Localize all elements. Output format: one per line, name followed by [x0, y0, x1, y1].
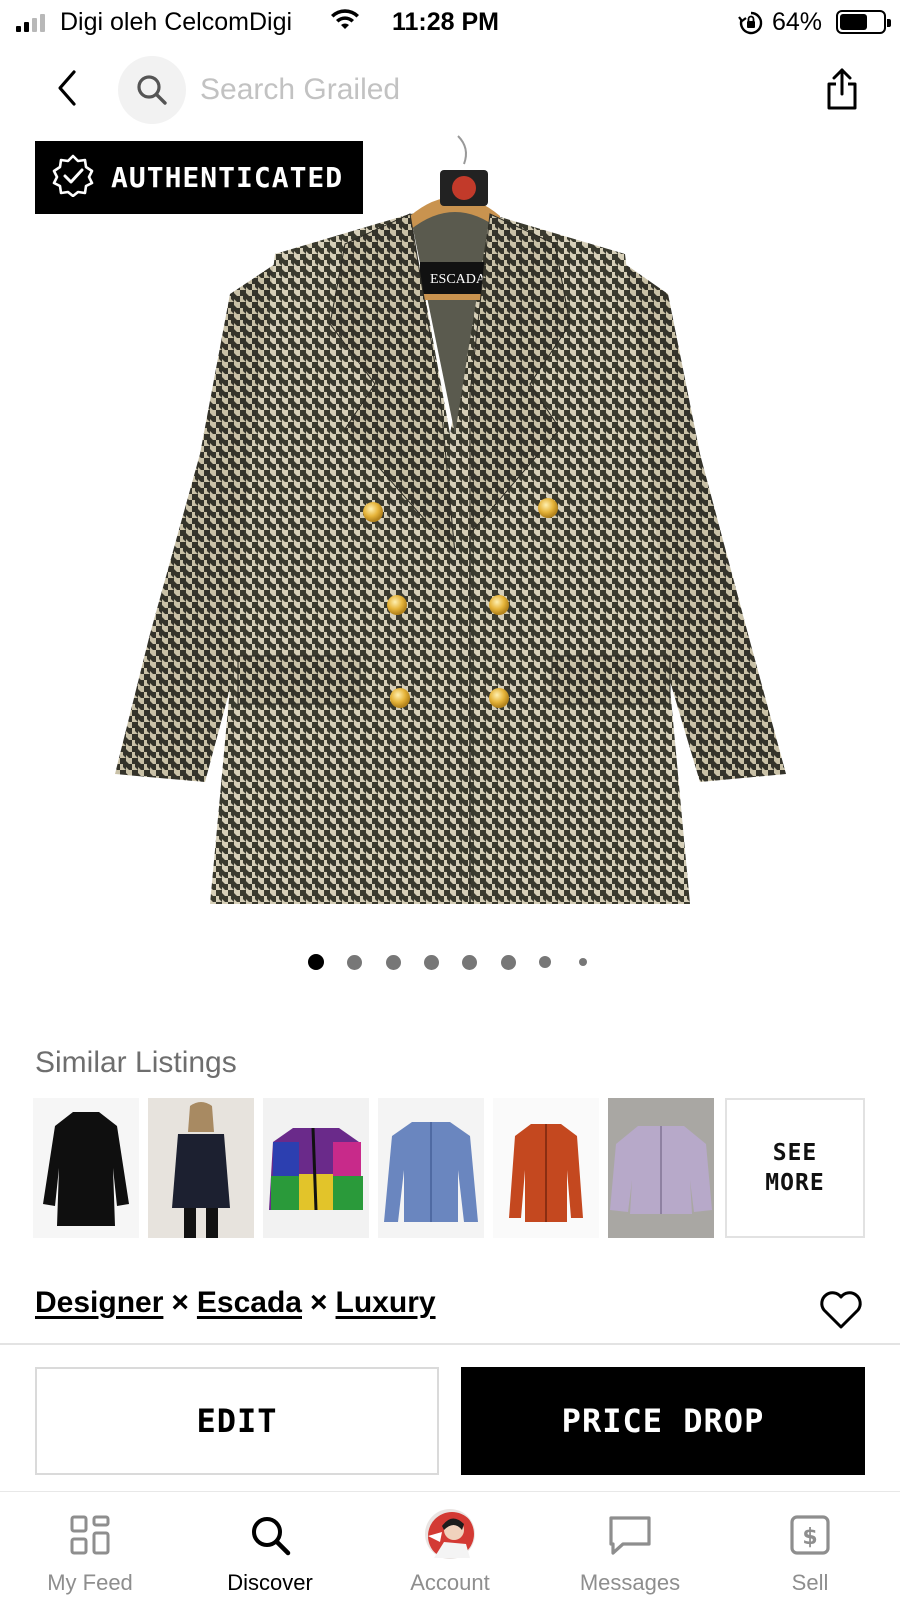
share-icon [827, 68, 857, 110]
carousel-dot[interactable] [308, 954, 324, 970]
signal-icon [16, 14, 45, 32]
status-time: 11:28 PM [392, 8, 500, 36]
carousel-dot[interactable] [385, 954, 401, 970]
tab-messages[interactable]: Messages [540, 1492, 720, 1600]
designer-tags: Designer × Escada × Luxury [35, 1286, 436, 1320]
tag-separator: × [310, 1286, 328, 1319]
similar-listing-thumb[interactable] [608, 1098, 714, 1238]
product-photo: ESCADA [115, 135, 786, 904]
similar-listing-thumb[interactable] [148, 1098, 254, 1238]
similar-listing-thumb[interactable] [33, 1098, 139, 1238]
bottom-tab-bar: My Feed Discover Account Messages $ Sell [0, 1491, 900, 1600]
tab-label: My Feed [47, 1570, 133, 1595]
svg-text:$: $ [802, 1525, 817, 1550]
tag-link-designer[interactable]: Designer [35, 1286, 163, 1320]
coat-button [489, 688, 509, 708]
see-more-button[interactable]: SEE MORE [725, 1098, 865, 1238]
authenticated-badge: AUTHENTICATED [35, 141, 363, 214]
wifi-icon [330, 8, 360, 39]
carousel-dot[interactable] [346, 954, 362, 970]
similar-listing-thumb[interactable] [378, 1098, 484, 1238]
grid-feed-icon [69, 1514, 111, 1561]
orientation-lock-icon [738, 10, 764, 43]
tab-label: Account [410, 1570, 490, 1595]
verified-check-icon [51, 153, 95, 202]
brand-label-text: ESCADA [430, 272, 487, 287]
tab-discover[interactable]: Discover [180, 1492, 360, 1600]
tab-sell[interactable]: $ Sell [720, 1492, 900, 1600]
see-more-label: MORE [765, 1170, 825, 1196]
tab-label: Messages [579, 1570, 681, 1595]
tag-link-luxury[interactable]: Luxury [336, 1286, 436, 1320]
similar-listing-thumb[interactable] [493, 1098, 599, 1238]
heart-icon [820, 1291, 862, 1329]
carousel-dot[interactable] [423, 954, 439, 970]
coat-button [387, 595, 407, 615]
tab-my-feed[interactable]: My Feed [0, 1492, 180, 1600]
top-nav [0, 52, 900, 128]
tab-label: Discover [227, 1570, 313, 1595]
carousel-pagination[interactable] [0, 952, 900, 972]
similar-listing-thumb[interactable] [263, 1098, 369, 1238]
edit-button[interactable]: EDIT [35, 1367, 439, 1475]
product-image-carousel[interactable]: ESCADA [0, 134, 900, 934]
carousel-dot[interactable] [539, 956, 551, 968]
carrier-name: Digi oleh CelcomDigi [60, 8, 293, 36]
avatar [424, 1509, 476, 1565]
carousel-dot[interactable] [579, 958, 587, 966]
battery-icon [836, 10, 891, 34]
coat-button [390, 688, 410, 708]
message-bubble-icon [607, 1514, 653, 1561]
tag-link-escada[interactable]: Escada [197, 1286, 302, 1320]
authenticated-label: AUTHENTICATED [111, 161, 344, 194]
coat-button [538, 498, 558, 518]
coat-button [489, 595, 509, 615]
coat-button [363, 502, 383, 522]
search-icon [249, 1514, 291, 1561]
price-drop-button[interactable]: PRICE DROP [461, 1367, 865, 1475]
tab-account[interactable]: Account [360, 1492, 540, 1600]
share-button[interactable] [822, 66, 862, 112]
dollar-tag-icon: $ [789, 1514, 831, 1561]
status-bar: Digi oleh CelcomDigi 11:28 PM 64% [0, 0, 900, 46]
see-more-label: SEE [772, 1140, 818, 1166]
carousel-dot[interactable] [500, 954, 516, 970]
tab-label: Sell [791, 1570, 829, 1595]
battery-percent: 64% [772, 8, 823, 36]
search-button[interactable] [118, 56, 186, 124]
back-arrow-icon [58, 70, 76, 106]
back-button[interactable] [48, 66, 88, 110]
search-icon [137, 75, 167, 105]
similar-listings-title: Similar Listings [35, 1046, 237, 1079]
tag-separator: × [171, 1286, 189, 1319]
search-input[interactable] [200, 70, 760, 110]
listing-action-bar: EDIT PRICE DROP [0, 1343, 900, 1491]
carousel-dot[interactable] [461, 954, 477, 970]
favorite-button[interactable] [818, 1290, 864, 1335]
